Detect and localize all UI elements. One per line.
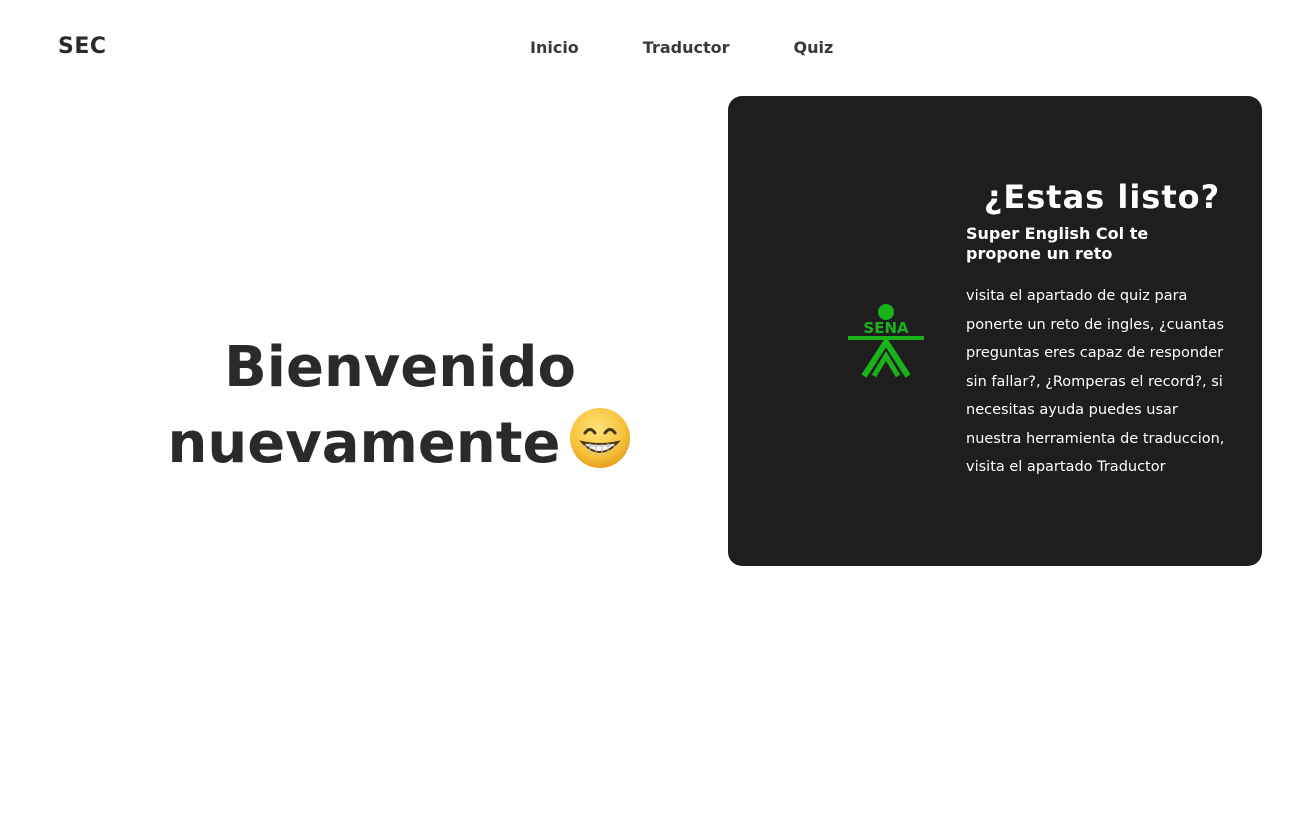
nav-link-inicio[interactable]: Inicio (530, 38, 579, 57)
hero-line-1: Bienvenido (224, 335, 576, 400)
page: SEC Inicio Traductor Quiz Bienvenido nue… (0, 0, 1308, 816)
hero-line-2-wrap: nuevamente (140, 406, 660, 482)
card-body-text: visita el apartado de quiz para ponerte … (966, 288, 1225, 475)
nav-link-traductor[interactable]: Traductor (643, 38, 730, 57)
main-nav: Inicio Traductor Quiz (530, 38, 897, 57)
card-subtitle: Super English Col te propone un reto (966, 224, 1149, 263)
hero-heading: Bienvenido nuevamente (140, 330, 660, 482)
sena-logo-text: SENA (863, 319, 909, 337)
grinning-face-icon (568, 406, 632, 470)
card-title: ¿Estas listo? (983, 178, 1221, 216)
sena-logo-icon: SENA (846, 300, 926, 380)
challenge-card: SENA ¿Estas listo? Super English Col te … (728, 96, 1262, 566)
brand-logo-text[interactable]: SEC (58, 34, 107, 59)
hero-line-2: nuevamente (167, 411, 561, 476)
nav-link-quiz[interactable]: Quiz (794, 38, 834, 57)
